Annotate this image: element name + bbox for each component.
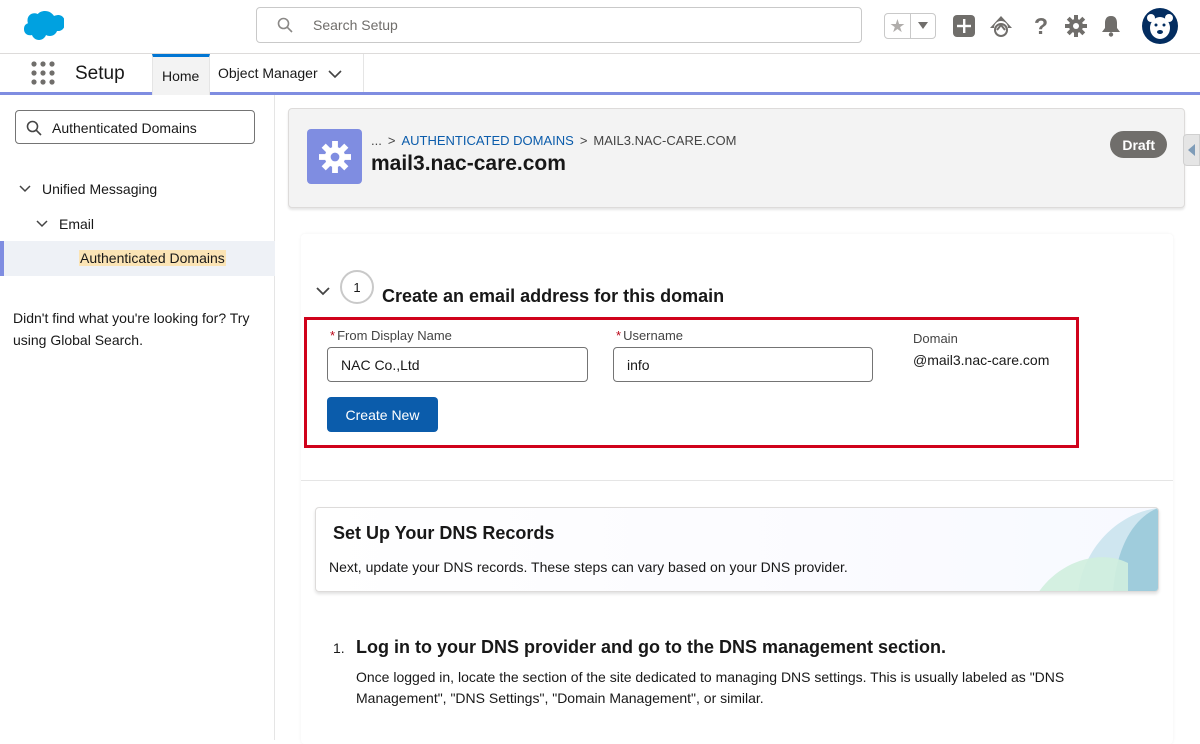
breadcrumb-separator: > — [387, 133, 396, 148]
domain-label: Domain — [913, 331, 958, 346]
breadcrumb-link-authenticated-domains[interactable]: AUTHENTICATED DOMAINS — [401, 133, 573, 148]
from-display-name-input[interactable] — [327, 347, 588, 382]
user-avatar-button[interactable] — [1142, 8, 1178, 44]
create-new-button[interactable]: Create New — [327, 397, 438, 432]
breadcrumb: ... > AUTHENTICATED DOMAINS > MAIL3.NAC-… — [371, 133, 736, 148]
field-label-text: Username — [623, 328, 684, 343]
dns-step-title: Log in to your DNS provider and go to th… — [356, 637, 947, 657]
required-marker: * — [330, 328, 336, 343]
tree-item-label: Email — [59, 216, 95, 232]
global-search-box[interactable] — [256, 7, 862, 43]
global-actions-button[interactable] — [952, 14, 976, 38]
dns-step-number: 1. — [333, 640, 345, 656]
step-title: Create an email address for this domain — [382, 286, 725, 306]
tree-item-label: Authenticated Domains — [79, 250, 226, 266]
breadcrumb-separator: > — [579, 133, 588, 148]
app-launcher-icon — [31, 61, 55, 85]
username-input[interactable] — [613, 347, 873, 382]
username-label: * Username — [616, 328, 683, 343]
help-icon: ? — [1033, 12, 1049, 39]
notifications-button[interactable] — [1099, 14, 1123, 38]
favorites-list-button[interactable] — [911, 14, 935, 38]
tab-label: Home — [162, 68, 200, 84]
setup-gear-icon — [307, 129, 362, 184]
tree-item-email[interactable]: Email — [35, 216, 94, 232]
chevron-down-icon[interactable] — [328, 69, 342, 79]
favorites-star-button[interactable]: ★ — [885, 14, 911, 38]
tree-item-authenticated-domains[interactable]: Authenticated Domains — [0, 241, 275, 276]
help-button[interactable]: ? — [1029, 12, 1053, 39]
global-search-input[interactable] — [313, 14, 833, 36]
gear-icon — [1065, 15, 1087, 37]
bell-icon — [1102, 16, 1120, 37]
page-header: ... > AUTHENTICATED DOMAINS > MAIL3.NAC-… — [288, 108, 1185, 208]
avatar-icon — [1143, 9, 1177, 43]
global-header: ★ ? — [0, 0, 1200, 54]
status-badge: Draft — [1110, 131, 1167, 158]
domain-value: @mail3.nac-care.com — [913, 352, 1050, 368]
quick-find-input[interactable] — [52, 118, 247, 138]
section-divider — [301, 480, 1173, 481]
field-label-text: From Display Name — [337, 328, 452, 343]
not-found-help-text: Didn't find what you're looking for? Try… — [13, 310, 250, 348]
favorites-group: ★ — [884, 13, 936, 39]
breadcrumb-current: MAIL3.NAC-CARE.COM — [593, 133, 737, 148]
tab-home[interactable]: Home — [152, 54, 210, 95]
dns-records-card: Set Up Your DNS Records Next, update you… — [315, 507, 1159, 592]
app-name: Setup — [75, 63, 125, 84]
cloud-logo[interactable] — [18, 10, 65, 42]
search-icon — [277, 17, 293, 33]
required-marker: * — [616, 328, 622, 343]
side-panel-toggle[interactable] — [1183, 134, 1200, 166]
dns-card-description: Next, update your DNS records. These ste… — [329, 559, 848, 575]
chevron-down-icon[interactable] — [35, 217, 49, 231]
app-launcher-button[interactable] — [30, 60, 56, 86]
decorative-wave-graphic — [1039, 508, 1158, 591]
step-number-circle: 1 — [340, 270, 374, 304]
plus-icon — [953, 15, 975, 37]
from-display-name-label: * From Display Name — [330, 328, 452, 343]
trailhead-icon — [990, 16, 1012, 37]
search-icon — [26, 120, 42, 136]
trailhead-button[interactable] — [989, 14, 1013, 38]
tree-item-unified-messaging[interactable]: Unified Messaging — [18, 181, 157, 197]
tree-item-label: Unified Messaging — [42, 181, 158, 197]
tab-label: Object Manager — [218, 65, 318, 81]
quick-find-box[interactable] — [15, 110, 255, 144]
setup-gear-button[interactable] — [1064, 14, 1088, 38]
chevron-down-icon[interactable] — [18, 182, 32, 196]
breadcrumb-ellipsis[interactable]: ... — [371, 133, 382, 148]
chevron-down-icon — [918, 22, 928, 29]
dns-step-description: Once logged in, locate the section of th… — [356, 669, 1065, 706]
step-collapse-chevron-icon[interactable] — [315, 283, 331, 299]
chevron-left-icon — [1187, 144, 1195, 156]
context-bar: Setup Home Object Manager — [0, 54, 1200, 95]
star-icon: ★ — [889, 15, 906, 36]
tab-object-manager[interactable]: Object Manager — [210, 54, 364, 92]
dns-card-title: Set Up Your DNS Records — [333, 523, 555, 543]
setup-sidebar: Unified Messaging Email Authenticated Do… — [0, 95, 275, 740]
page-title: mail3.nac-care.com — [371, 152, 566, 175]
